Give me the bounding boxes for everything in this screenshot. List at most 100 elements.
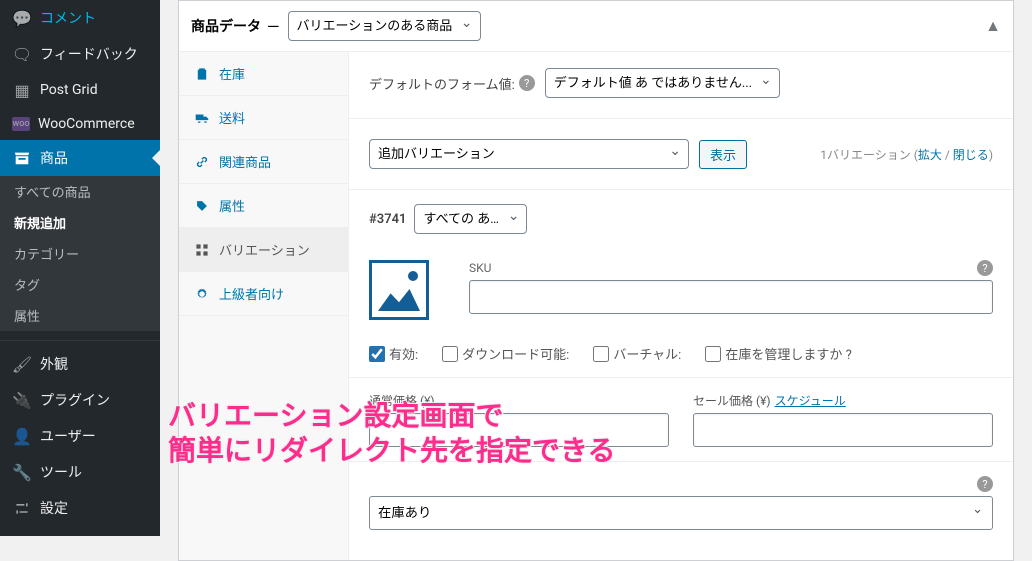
- chk-enabled-input[interactable]: [369, 346, 385, 362]
- add-variation-row: 追加バリエーション 表示 1バリエーション (拡大 / 閉じる): [369, 133, 993, 175]
- chk-downloadable-input[interactable]: [442, 346, 458, 362]
- panel-header: 商品データ — バリエーションのある商品 ▲: [179, 1, 1013, 52]
- feedback-icon: 🗨: [12, 44, 32, 64]
- default-form-select-wrap: デフォルト値 あ ではありません...: [545, 68, 780, 98]
- settings-slider-icon: [12, 498, 32, 518]
- panel-toggle-icon[interactable]: ▲: [985, 16, 1001, 36]
- sidebar-sub-add-new[interactable]: 新規追加: [0, 207, 160, 238]
- sku-label: SKU: [469, 261, 491, 275]
- plugin-icon: 🔌: [12, 390, 32, 410]
- expand-link[interactable]: 拡大: [918, 148, 942, 162]
- default-form-select[interactable]: デフォルト値 あ ではありません...: [545, 68, 780, 98]
- default-form-row: デフォルトのフォーム値: ? デフォルト値 あ ではありません...: [369, 62, 993, 104]
- grid-icon: ▦: [12, 80, 32, 100]
- chk-virtual-input[interactable]: [593, 346, 609, 362]
- chk-enabled[interactable]: 有効:: [369, 344, 418, 363]
- collapse-link[interactable]: 閉じる: [953, 148, 989, 162]
- tab-inventory[interactable]: 在庫: [179, 52, 348, 96]
- wp-admin-sidebar: 💬 コメント 🗨 フィードバック ▦ Post Grid woo WooComm…: [0, 0, 160, 536]
- tab-attributes[interactable]: 属性: [179, 184, 348, 228]
- user-icon: 👤: [12, 426, 32, 446]
- sidebar-item-products[interactable]: 商品: [0, 140, 160, 176]
- sidebar-item-settings[interactable]: 設定: [0, 490, 160, 526]
- sidebar-label: 商品: [40, 148, 68, 168]
- panel-body: 在庫 送料 関連商品: [179, 52, 1013, 560]
- add-variation-select-wrap: 追加バリエーション: [369, 139, 689, 169]
- sidebar-label: ツール: [40, 462, 82, 482]
- sidebar-sub-tags[interactable]: タグ: [0, 269, 160, 300]
- regular-price-field: 通常価格 (¥): [369, 392, 669, 447]
- brush-icon: 🖌: [12, 354, 32, 374]
- variation-detail-row: SKU ?: [369, 254, 993, 326]
- chk-manage-stock[interactable]: 在庫を管理しますか ?: [705, 344, 851, 363]
- sidebar-sub-categories[interactable]: カテゴリー: [0, 238, 160, 269]
- schedule-link[interactable]: スケジュール: [775, 392, 846, 409]
- product-type-select-wrap: バリエーションのある商品: [288, 11, 481, 41]
- tags-icon: [193, 197, 211, 215]
- archive-icon: [12, 148, 32, 168]
- tab-linked[interactable]: 関連商品: [179, 140, 348, 184]
- variation-image-upload[interactable]: [369, 260, 429, 320]
- chk-manage-stock-input[interactable]: [705, 346, 721, 362]
- default-form-label: デフォルトのフォーム値:: [369, 74, 515, 93]
- sale-price-field: セール価格 (¥) スケジュール: [693, 392, 993, 447]
- regular-price-input[interactable]: [369, 413, 669, 447]
- sku-head: SKU ?: [469, 260, 993, 276]
- sidebar-label: プラグイン: [40, 390, 110, 410]
- variation-count-info: 1バリエーション (拡大 / 閉じる): [820, 146, 993, 163]
- sale-price-label: セール価格 (¥) スケジュール: [693, 392, 993, 409]
- sidebar-label: フィードバック: [40, 44, 138, 64]
- sidebar-item-woocommerce[interactable]: woo WooCommerce: [0, 108, 160, 140]
- show-button[interactable]: 表示: [699, 140, 747, 169]
- sidebar-label: ユーザー: [40, 426, 96, 446]
- tab-label: 上級者向け: [219, 284, 284, 303]
- sale-price-input[interactable]: [693, 413, 993, 447]
- variation-attr-select-wrap: すべての あ…: [414, 204, 527, 234]
- sku-block: SKU ?: [469, 260, 993, 314]
- variation-id: #3741: [369, 212, 406, 227]
- divider: [349, 118, 1013, 119]
- sidebar-item-appearance[interactable]: 🖌 外観: [0, 346, 160, 382]
- tab-label: バリエーション: [219, 240, 310, 259]
- sidebar-label: コメント: [40, 8, 96, 28]
- product-data-tabs: 在庫 送料 関連商品: [179, 52, 349, 560]
- wrench-icon: 🔧: [12, 462, 32, 482]
- sku-input[interactable]: [469, 280, 993, 314]
- chk-virtual[interactable]: バーチャル:: [593, 344, 681, 363]
- variation-attr-select[interactable]: すべての あ…: [414, 204, 527, 234]
- sidebar-sub-attributes[interactable]: 属性: [0, 300, 160, 331]
- variation-header-row[interactable]: #3741 すべての あ…: [369, 204, 993, 234]
- divider: [349, 461, 1013, 462]
- tab-label: 在庫: [219, 64, 245, 83]
- sidebar-label: WooCommerce: [38, 116, 135, 132]
- divider: [349, 377, 1013, 378]
- help-icon[interactable]: ?: [977, 476, 993, 492]
- help-icon[interactable]: ?: [977, 260, 993, 276]
- add-variation-select[interactable]: 追加バリエーション: [369, 139, 689, 169]
- tab-variations[interactable]: バリエーション: [179, 228, 348, 272]
- chk-downloadable[interactable]: ダウンロード可能:: [442, 344, 569, 363]
- tab-shipping[interactable]: 送料: [179, 96, 348, 140]
- stock-help-row: ?: [369, 476, 993, 492]
- sidebar-item-postgrid[interactable]: ▦ Post Grid: [0, 72, 160, 108]
- sidebar-item-tools[interactable]: 🔧 ツール: [0, 454, 160, 490]
- gear-icon: [193, 285, 211, 303]
- product-type-select[interactable]: バリエーションのある商品: [288, 11, 481, 41]
- variations-panel: デフォルトのフォーム値: ? デフォルト値 あ ではありません... 追加バリエ…: [349, 52, 1013, 560]
- sidebar-submenu-products: すべての商品 新規追加 カテゴリー タグ 属性: [0, 176, 160, 331]
- sidebar-label: 設定: [40, 498, 68, 518]
- tab-advanced[interactable]: 上級者向け: [179, 272, 348, 316]
- content-area: 商品データ — バリエーションのある商品 ▲ 在庫: [160, 0, 1032, 536]
- woo-icon: woo: [12, 117, 30, 131]
- help-icon[interactable]: ?: [519, 75, 535, 91]
- stock-status-select[interactable]: 在庫あり: [369, 496, 993, 530]
- image-placeholder-mountain: [378, 289, 420, 311]
- variation-count-text: 1バリエーション (: [820, 148, 918, 162]
- sidebar-sub-all-products[interactable]: すべての商品: [0, 176, 160, 207]
- sidebar-item-feedback[interactable]: 🗨 フィードバック: [0, 36, 160, 72]
- sidebar-item-users[interactable]: 👤 ユーザー: [0, 418, 160, 454]
- stock-select-wrap: 在庫あり: [369, 496, 993, 530]
- regular-price-label: 通常価格 (¥): [369, 392, 669, 409]
- sidebar-item-plugins[interactable]: 🔌 プラグイン: [0, 382, 160, 418]
- sidebar-item-comments[interactable]: 💬 コメント: [0, 0, 160, 36]
